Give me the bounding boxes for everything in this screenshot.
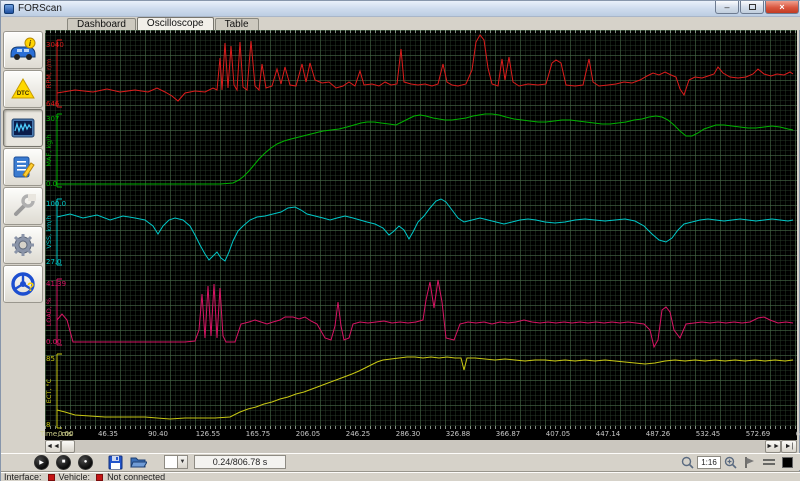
svg-text:MAF, kg/h: MAF, kg/h bbox=[45, 134, 53, 166]
scroll-right-button[interactable]: ►► bbox=[765, 440, 781, 453]
forscan-window: FORScan – × Dashboard Oscilloscope Table… bbox=[0, 0, 800, 481]
x-tick-label: 487.26 bbox=[645, 430, 671, 438]
trace-plot: 3040 646 RPM, r/m 307 0.0 MAF, kg/h 100.0 27.0 V… bbox=[45, 34, 794, 429]
x-tick-label: 206.05 bbox=[295, 430, 321, 438]
question-mark-icon: ? bbox=[27, 280, 34, 294]
trace-ect bbox=[56, 356, 794, 420]
oscilloscope-canvas[interactable]: 3040 646 RPM, r/m 307 0.0 MAF, kg/h 100.0 27.0 V… bbox=[45, 30, 797, 429]
app-icon bbox=[4, 3, 14, 14]
steering-wheel-icon: ? bbox=[11, 272, 35, 296]
toolbar: ▶ ■ ● ▼ 0.24/806.78 s 1:16 bbox=[1, 453, 800, 470]
svg-text:RPM, r/m: RPM, r/m bbox=[45, 59, 53, 88]
scroll-end-button[interactable]: ►| bbox=[781, 440, 797, 453]
zoom-scale-field[interactable]: 1:16 bbox=[697, 455, 721, 469]
tab-dashboard[interactable]: Dashboard bbox=[67, 18, 136, 30]
dtc-warning-icon: DTC bbox=[11, 78, 35, 99]
grid-lines-icon[interactable] bbox=[762, 456, 776, 469]
x-axis-origin: 0.00 bbox=[58, 430, 74, 438]
window-title: FORScan bbox=[18, 3, 62, 14]
zoom-out-icon[interactable] bbox=[681, 456, 694, 469]
tab-bar: Dashboard Oscilloscope Table bbox=[1, 17, 800, 30]
svg-text:0.0: 0.0 bbox=[46, 180, 57, 188]
svg-text:100.0: 100.0 bbox=[46, 200, 66, 208]
close-button[interactable]: × bbox=[765, 1, 799, 14]
cursor-marker-icon[interactable] bbox=[743, 456, 756, 469]
oscilloscope-icon bbox=[11, 118, 35, 138]
dropdown-arrow-icon[interactable]: ▼ bbox=[177, 456, 187, 468]
time-position-field[interactable]: 0.24/806.78 s bbox=[194, 455, 286, 469]
open-button[interactable] bbox=[130, 455, 147, 469]
checklist-icon bbox=[13, 156, 35, 178]
record-button[interactable]: ● bbox=[78, 454, 93, 470]
dtc-button[interactable]: DTC bbox=[3, 70, 43, 108]
save-button[interactable] bbox=[108, 455, 123, 470]
gear-icon bbox=[12, 234, 34, 256]
play-button[interactable]: ▶ bbox=[34, 454, 49, 470]
buffer-select[interactable]: ▼ bbox=[164, 455, 188, 469]
trace-rpm bbox=[56, 34, 794, 102]
buffer-select-value bbox=[165, 456, 177, 468]
svg-text:DTC: DTC bbox=[17, 91, 30, 97]
x-tick-label: 610.14 bbox=[795, 430, 800, 438]
scroll-left-button[interactable]: ◄◄ bbox=[45, 440, 61, 453]
x-tick-label: 165.75 bbox=[245, 430, 271, 438]
x-tick-label: 326.88 bbox=[445, 430, 471, 438]
trace-vss bbox=[56, 198, 794, 262]
x-tick-label: 286.30 bbox=[395, 430, 421, 438]
interface-status-indicator bbox=[47, 473, 55, 481]
svg-text:307: 307 bbox=[46, 115, 59, 123]
svg-text:646: 646 bbox=[46, 100, 60, 108]
maximize-button[interactable] bbox=[740, 1, 764, 14]
x-tick-label: 366.87 bbox=[495, 430, 521, 438]
car-icon: i bbox=[10, 37, 36, 60]
vehicle-status-indicator bbox=[96, 473, 104, 481]
stop-button[interactable]: ■ bbox=[56, 454, 71, 470]
x-tick-label: 46.35 bbox=[97, 430, 119, 438]
svg-text:3040: 3040 bbox=[46, 41, 64, 49]
vehicle-info-button[interactable]: i bbox=[3, 31, 43, 69]
scrollbar-track[interactable] bbox=[75, 440, 765, 453]
x-tick-label: 532.45 bbox=[695, 430, 721, 438]
tab-table[interactable]: Table bbox=[214, 18, 259, 30]
status-bar: Interface: Vehicle: Not connected bbox=[1, 471, 800, 481]
scrollbar-thumb[interactable] bbox=[61, 440, 75, 453]
svg-text:27.0: 27.0 bbox=[46, 258, 62, 266]
background-color-swatch[interactable] bbox=[782, 456, 793, 468]
tests-button[interactable] bbox=[3, 148, 43, 186]
vehicle-status-text: Not connected bbox=[107, 472, 166, 481]
zoom-in-icon[interactable] bbox=[724, 456, 737, 469]
floppy-disk-icon bbox=[108, 455, 123, 469]
folder-icon bbox=[130, 457, 147, 468]
svg-text:VSS, km/h: VSS, km/h bbox=[45, 215, 53, 248]
trace-maf bbox=[57, 113, 794, 185]
title-bar: FORScan – × bbox=[1, 1, 800, 17]
help-button[interactable]: ? bbox=[3, 265, 43, 303]
zoom-tools: 1:16 bbox=[681, 455, 800, 469]
minimize-button[interactable]: – bbox=[715, 1, 739, 14]
trace-load bbox=[56, 279, 794, 349]
x-tick-label: 407.05 bbox=[545, 430, 571, 438]
svg-text:41.39: 41.39 bbox=[46, 280, 66, 288]
svg-text:85: 85 bbox=[46, 355, 55, 363]
svg-text:0.00: 0.00 bbox=[46, 338, 62, 346]
maximize-icon bbox=[748, 4, 756, 10]
sidebar: i DTC ? bbox=[1, 30, 45, 453]
wrench-icon bbox=[14, 194, 36, 216]
x-tick-label: 90.40 bbox=[147, 430, 169, 438]
x-tick-label: 447.14 bbox=[595, 430, 621, 438]
x-axis: Time, ms 0.00 46.35 90.40 126.55 165.75 206.… bbox=[40, 429, 800, 440]
svg-text:LOAD, %: LOAD, % bbox=[45, 298, 53, 326]
horizontal-scrollbar: ◄◄ ►► ►| bbox=[45, 440, 797, 453]
x-tick-label: 572.69 bbox=[745, 430, 771, 438]
window-controls: – × bbox=[714, 1, 799, 14]
x-tick-label: 246.25 bbox=[345, 430, 371, 438]
interface-label: Interface: bbox=[4, 472, 42, 481]
oscilloscope-button[interactable] bbox=[3, 109, 43, 147]
vehicle-label: Vehicle: bbox=[58, 472, 91, 481]
tab-oscilloscope[interactable]: Oscilloscope bbox=[136, 17, 214, 30]
x-tick-label: 126.55 bbox=[195, 430, 221, 438]
configuration-button[interactable] bbox=[3, 226, 43, 264]
service-button[interactable] bbox=[3, 187, 43, 225]
svg-text:ECT, °C: ECT, °C bbox=[45, 378, 53, 403]
